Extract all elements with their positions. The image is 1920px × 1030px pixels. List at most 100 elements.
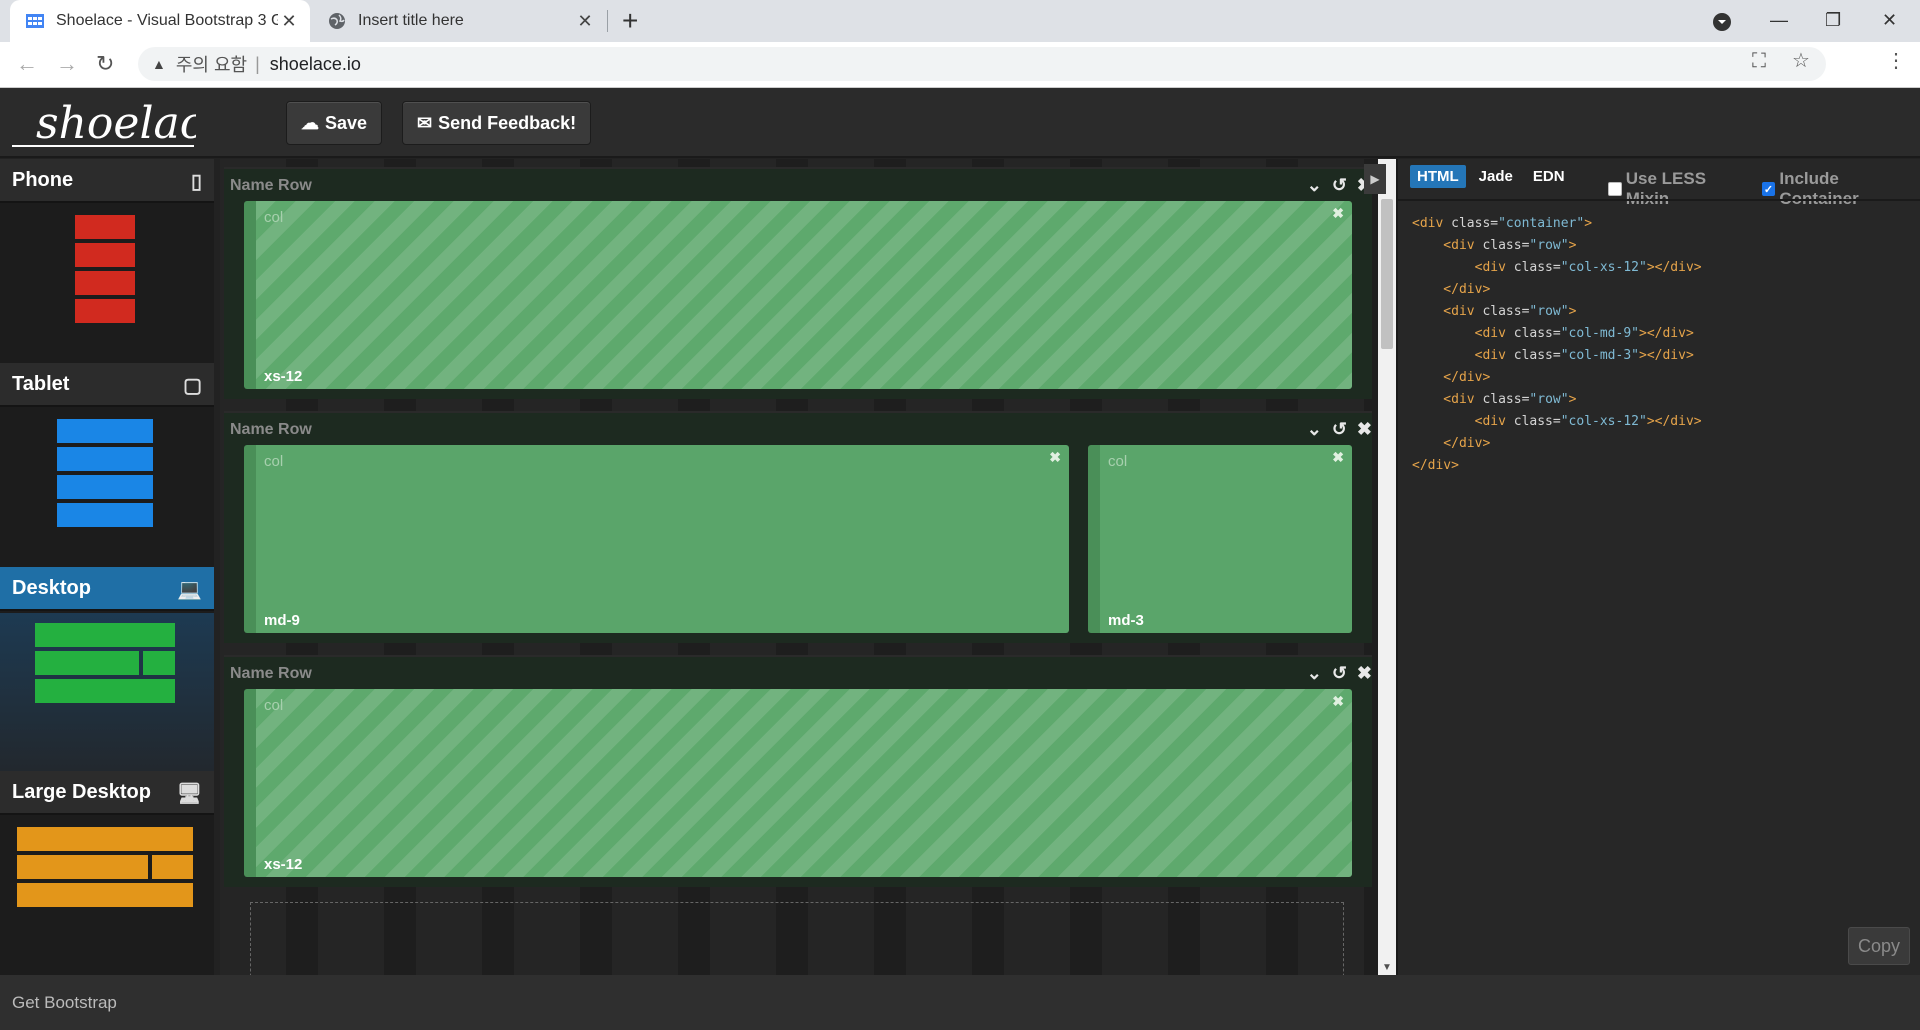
include-container-checkbox[interactable]: ✓ — [1761, 182, 1776, 196]
tab-search-icon[interactable] — [1712, 12, 1732, 32]
tab-insert-title[interactable]: Insert title here ✕ — [316, 0, 606, 42]
collapse-icon[interactable]: ⌄ — [1307, 419, 1322, 440]
preview-block — [35, 651, 139, 675]
code-line: <div class="container"> — [1412, 216, 1593, 231]
tab-edn[interactable]: EDN — [1526, 165, 1572, 188]
save-button[interactable]: ☁ Save — [286, 101, 383, 145]
code-line: </div> — [1412, 370, 1491, 385]
grid-row[interactable]: Name Row ⌄ ↺ ✖ col ✖ md-9 col ✖ md-3 — [224, 411, 1372, 643]
collapse-icon[interactable]: ⌄ — [1307, 663, 1322, 684]
translate-icon[interactable]: ⛶ — [1752, 50, 1766, 73]
desktop-preview[interactable] — [0, 613, 214, 771]
copy-button[interactable]: Copy — [1848, 927, 1910, 965]
grid-column[interactable]: col ✖ md-9 — [244, 445, 1069, 633]
row-tools: ⌄ ↺ ✖ — [1307, 175, 1372, 196]
grid-column[interactable]: col ✖ xs-12 — [244, 201, 1352, 389]
row-tools: ⌄ ↺ ✖ — [1307, 419, 1372, 440]
code-options: Use LESS Mixin ✓ Include Container — [1608, 169, 1920, 209]
warning-icon[interactable]: ▲ — [152, 56, 166, 72]
code-line: <div class="col-md-3"></div> — [1412, 348, 1694, 363]
tablet-preview[interactable] — [0, 409, 214, 567]
code-format-tabs: HTML Jade EDN — [1410, 165, 1572, 188]
canvas-scrollbar[interactable]: ▼ — [1378, 159, 1396, 975]
reload-button[interactable]: ↻ — [96, 50, 114, 78]
include-container-label[interactable]: Include Container — [1779, 169, 1920, 209]
app-header: shoelace ☁ Save ✉ Send Feedback! — [0, 88, 1920, 158]
reset-icon[interactable]: ↺ — [1332, 663, 1347, 684]
row-name[interactable]: Name Row — [230, 421, 312, 439]
browser-menu-icon[interactable]: ⋮ — [1886, 48, 1906, 73]
close-window-button[interactable]: ✕ — [1882, 5, 1897, 35]
back-button[interactable]: ← — [16, 50, 38, 78]
new-tab-button[interactable]: + — [622, 6, 638, 36]
close-tab-icon[interactable]: ✕ — [278, 11, 300, 32]
minimize-button[interactable]: — — [1770, 5, 1788, 35]
toggle-panel-icon[interactable]: ▶ — [1364, 164, 1386, 194]
col-label: col — [264, 209, 284, 226]
get-bootstrap-link[interactable]: Get Bootstrap — [12, 993, 117, 1013]
large-desktop-preview[interactable] — [0, 817, 214, 975]
code-line: <div class="col-xs-12"></div> — [1412, 260, 1702, 275]
reset-icon[interactable]: ↺ — [1332, 419, 1347, 440]
device-label: Phone — [12, 168, 74, 191]
tab-title: Shoelace - Visual Bootstrap 3 G — [56, 12, 278, 29]
row-name[interactable]: Name Row — [230, 665, 312, 683]
tab-shoelace[interactable]: Shoelace - Visual Bootstrap 3 G ✕ — [10, 0, 310, 42]
preview-block — [35, 679, 175, 703]
security-warning-text[interactable]: 주의 요함 — [176, 51, 247, 77]
tab-jade[interactable]: Jade — [1472, 165, 1520, 188]
device-tablet[interactable]: Tablet ▢ — [0, 363, 214, 407]
tablet-icon: ▢ — [183, 375, 202, 397]
close-icon[interactable]: ✖ — [1049, 449, 1061, 466]
use-less-mixin-checkbox[interactable] — [1608, 182, 1622, 196]
tab-html[interactable]: HTML — [1410, 165, 1466, 188]
envelope-icon: ✉ — [417, 112, 433, 133]
col-size: xs-12 — [264, 856, 303, 873]
grid-icon — [26, 14, 44, 28]
preview-block — [152, 855, 193, 879]
use-less-mixin-label[interactable]: Use LESS Mixin — [1626, 169, 1752, 209]
close-icon[interactable]: ✖ — [1357, 419, 1372, 440]
close-tab-icon[interactable]: ✕ — [574, 11, 596, 32]
col-label: col — [1108, 453, 1128, 470]
preview-block — [75, 271, 135, 295]
grid-row[interactable]: Name Row ⌄ ↺ ✖ col ✖ xs-12 — [224, 655, 1372, 887]
grid-column[interactable]: col ✖ md-3 — [1088, 445, 1352, 633]
close-icon[interactable]: ✖ — [1357, 663, 1372, 684]
forward-button[interactable]: → — [56, 50, 78, 78]
logo-text: shoelace — [36, 98, 196, 149]
grid-column[interactable]: col ✖ xs-12 — [244, 689, 1352, 877]
device-desktop[interactable]: Desktop 💻 — [0, 567, 214, 611]
feedback-label: Send Feedback! — [438, 112, 577, 133]
phone-preview[interactable] — [0, 205, 214, 363]
grid-canvas[interactable]: Name Row ⌄ ↺ ✖ col ✖ xs-12 Name Row ⌄ ↺ … — [220, 159, 1378, 975]
close-icon[interactable]: ✖ — [1332, 205, 1344, 222]
scroll-down-arrow[interactable]: ▼ — [1382, 962, 1392, 973]
scrollbar-thumb[interactable] — [1381, 199, 1393, 349]
shoelace-logo: shoelace — [12, 98, 196, 149]
bookmark-star-icon[interactable]: ☆ — [1792, 48, 1810, 73]
device-large-desktop[interactable]: Large Desktop 🖥 — [0, 771, 214, 815]
new-row-dropzone[interactable] — [250, 902, 1344, 975]
device-label: Large Desktop — [12, 780, 151, 803]
send-feedback-button[interactable]: ✉ Send Feedback! — [402, 101, 592, 145]
preview-block — [17, 883, 193, 907]
grid-row[interactable]: Name Row ⌄ ↺ ✖ col ✖ xs-12 — [224, 167, 1372, 399]
row-name[interactable]: Name Row — [230, 177, 312, 195]
code-panel: HTML Jade EDN Use LESS Mixin ✓ Include C… — [1396, 159, 1920, 975]
generated-code[interactable]: <div class="container"> <div class="row"… — [1412, 213, 1702, 477]
preview-block — [143, 651, 175, 675]
device-label: Desktop — [12, 576, 91, 599]
collapse-icon[interactable]: ⌄ — [1307, 175, 1322, 196]
save-label: Save — [325, 112, 368, 133]
maximize-button[interactable]: ❐ — [1825, 5, 1841, 35]
url-field[interactable]: ▲ 주의 요함 | shoelace.io — [138, 47, 1826, 81]
close-icon[interactable]: ✖ — [1332, 693, 1344, 710]
code-line: <div class="row"> — [1412, 238, 1577, 253]
device-phone[interactable]: Phone ▯ — [0, 159, 214, 203]
url-text[interactable]: shoelace.io — [270, 54, 361, 75]
close-icon[interactable]: ✖ — [1332, 449, 1344, 466]
divider — [1398, 199, 1920, 201]
preview-block — [57, 419, 153, 443]
reset-icon[interactable]: ↺ — [1332, 175, 1347, 196]
